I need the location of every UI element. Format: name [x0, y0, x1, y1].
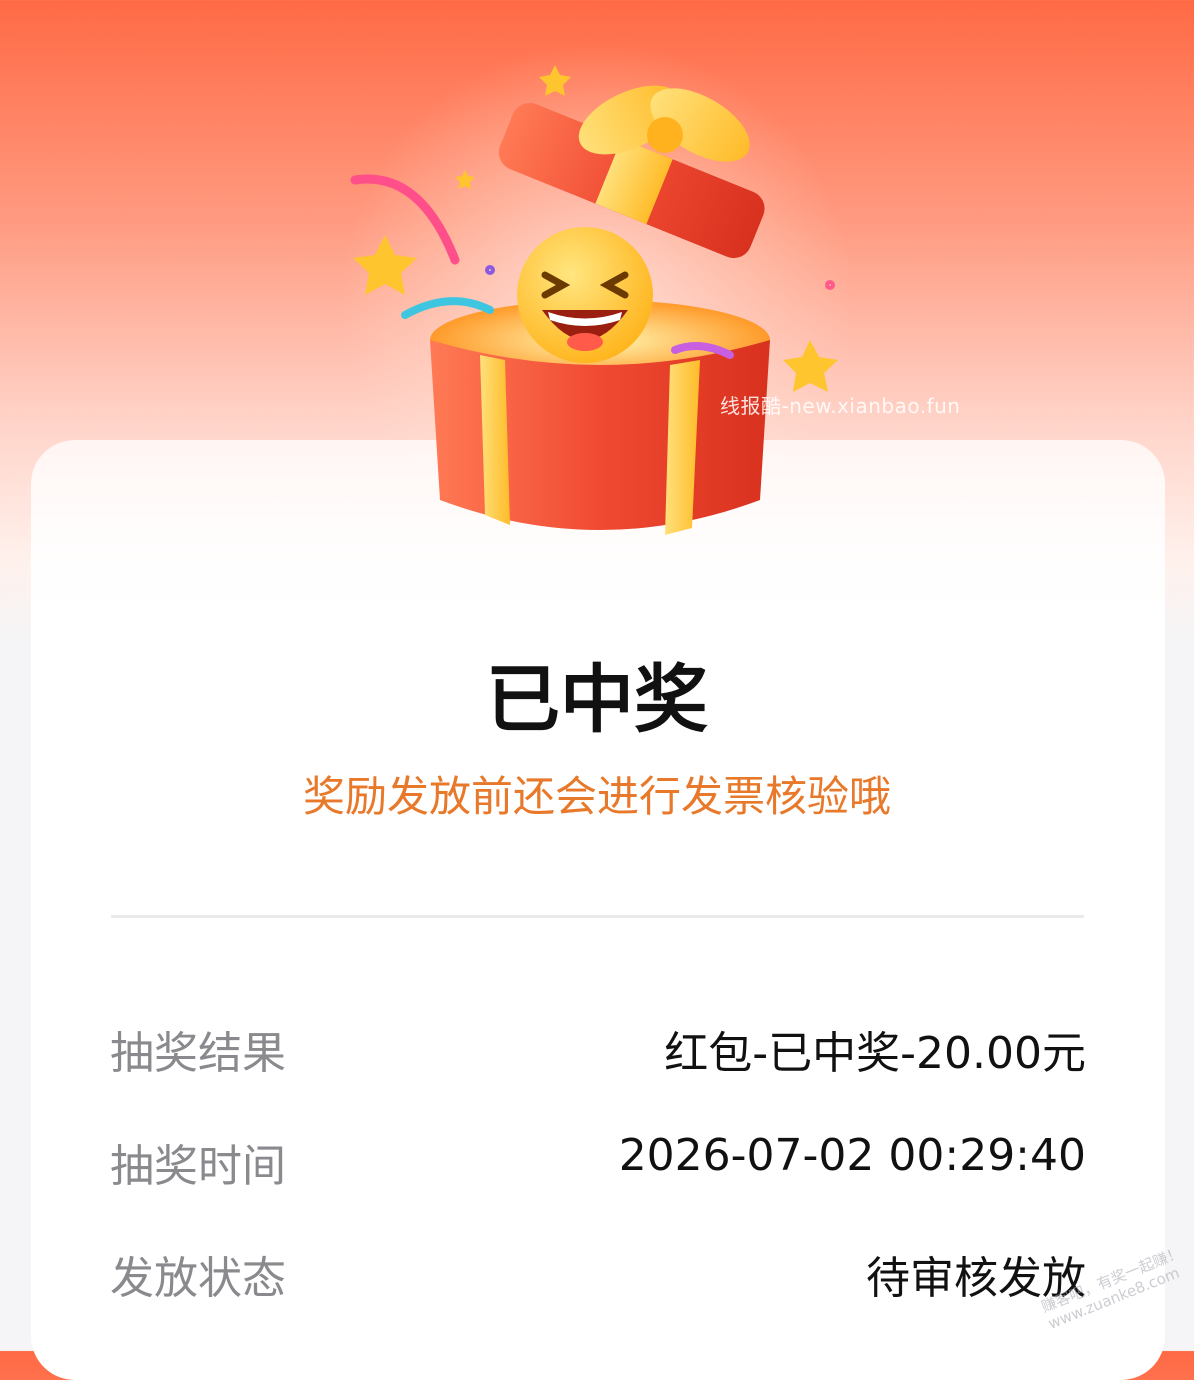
gift-box-icon [350, 65, 838, 535]
result-title: 已中奖 [486, 657, 708, 743]
detail-row-status: 发放状态 待审核发放 [110, 1242, 1086, 1304]
detail-label: 抽奖结果 [110, 1028, 286, 1079]
result-subtitle: 奖励发放前还会进行发票核验哦 [302, 772, 891, 821]
result-card [31, 440, 1165, 1380]
detail-value: 2026-07-02 00:29:40 [618, 1130, 1086, 1181]
laughing-emoji-icon [517, 227, 653, 363]
detail-label: 发放状态 [110, 1253, 286, 1304]
detail-row-time: 抽奖时间 2026-07-02 00:29:40 [110, 1130, 1086, 1192]
divider [111, 915, 1084, 918]
detail-value: 红包-已中奖-20.00元 [664, 1028, 1086, 1079]
header-watermark: 线报酷-new.xianbao.fun [720, 394, 961, 418]
detail-label: 抽奖时间 [110, 1141, 286, 1192]
detail-row-result: 抽奖结果 红包-已中奖-20.00元 [110, 1017, 1086, 1079]
